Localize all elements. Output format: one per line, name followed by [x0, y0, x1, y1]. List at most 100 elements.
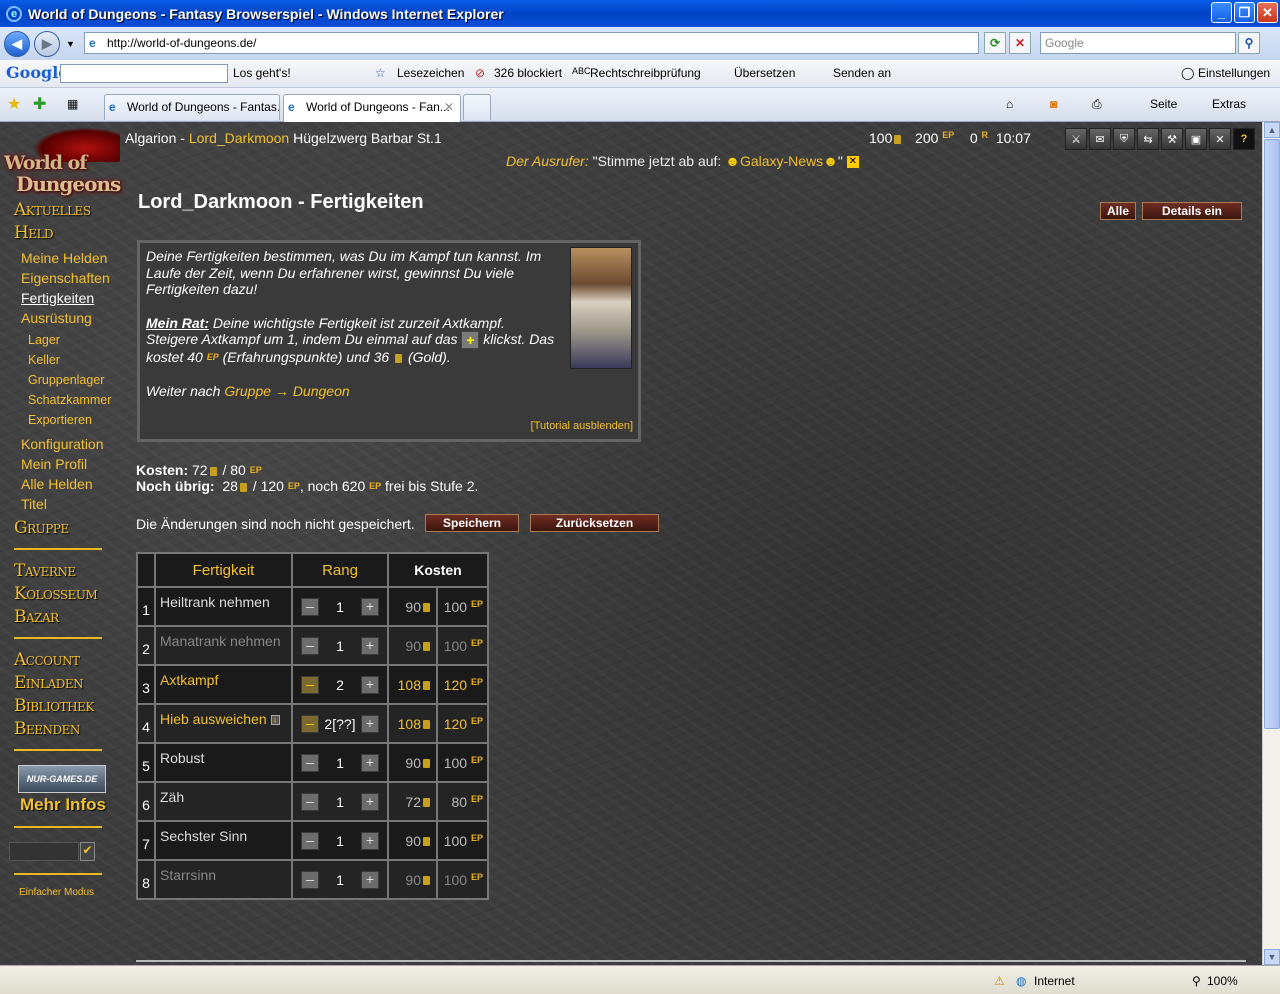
settings-menu[interactable]: Einstellungen: [1198, 66, 1270, 80]
sidebar-item-account[interactable]: Account: [14, 650, 80, 670]
close-tab-icon[interactable]: ✕: [444, 100, 454, 114]
hide-tutorial-link[interactable]: [Tutorial ausblenden]: [531, 418, 633, 435]
close-herald-icon[interactable]: ✕: [846, 156, 859, 169]
skill-name[interactable]: Heiltrank nehmen: [154, 586, 293, 627]
sidebar-item-gruppe[interactable]: Gruppe: [14, 518, 69, 538]
print-icon[interactable]: ⎙: [1092, 97, 1102, 112]
sidebar-item-beenden[interactable]: Beenden: [14, 719, 80, 739]
skill-name[interactable]: Manatrank nehmen: [154, 625, 293, 666]
minimize-button[interactable]: _: [1211, 2, 1232, 23]
history-dropdown-icon[interactable]: ▼: [66, 39, 75, 49]
sidebar-item-held[interactable]: Held: [14, 223, 54, 243]
sidebar-item-mein-profil[interactable]: Mein Profil: [21, 456, 87, 472]
vertical-scrollbar[interactable]: ▲ ▼: [1262, 122, 1280, 965]
decrease-rank-button[interactable]: –: [301, 598, 319, 616]
shield-icon[interactable]: ⛨: [1113, 128, 1135, 150]
increase-rank-button[interactable]: +: [361, 637, 379, 655]
save-button[interactable]: Speichern: [425, 514, 519, 532]
einfacher-modus-link[interactable]: Einfacher Modus: [19, 887, 94, 898]
sidebar-item-ausruestung[interactable]: Ausrüstung: [21, 310, 92, 326]
scroll-thumb[interactable]: [1264, 139, 1280, 729]
sidebar-item-konfiguration[interactable]: Konfiguration: [21, 436, 104, 452]
favorites-star-icon[interactable]: ★: [7, 94, 21, 114]
decrease-rank-button[interactable]: –: [301, 832, 319, 850]
increase-rank-button[interactable]: +: [361, 754, 379, 772]
increase-rank-button[interactable]: +: [361, 676, 379, 694]
search-icon[interactable]: ⚲: [1238, 32, 1260, 54]
search-input[interactable]: Google: [1040, 32, 1236, 54]
herald-link[interactable]: Galaxy-News: [740, 153, 823, 169]
decrease-rank-button[interactable]: –: [301, 715, 319, 733]
stop-button[interactable]: ✕: [1009, 32, 1031, 54]
maximize-button[interactable]: ❐: [1234, 2, 1255, 23]
mehr-infos-link[interactable]: Mehr Infos: [20, 795, 106, 815]
google-go-button[interactable]: Los geht's!: [233, 66, 291, 80]
skill-name[interactable]: Hieb ausweichen i: [154, 703, 293, 744]
trade-icon[interactable]: ⇆: [1137, 128, 1159, 150]
increase-rank-button[interactable]: +: [361, 871, 379, 889]
tab-2[interactable]: e World of Dungeons - Fan... ✕: [283, 94, 461, 122]
spellcheck-menu[interactable]: Rechtschreibprüfung: [590, 66, 701, 80]
reset-button[interactable]: Zurücksetzen: [530, 514, 659, 532]
world-of-dungeons-logo[interactable]: World of Dungeons: [4, 128, 122, 196]
sidebar-item-bibliothek[interactable]: Bibliothek: [14, 696, 94, 716]
sidebar-item-einladen[interactable]: Einladen: [14, 673, 84, 693]
extras-menu[interactable]: Extras: [1212, 97, 1246, 111]
sidebar-item-aktuelles[interactable]: Aktuelles: [14, 200, 91, 220]
details-toggle-button[interactable]: Details ein: [1142, 202, 1242, 220]
quick-search-go-icon[interactable]: ✔: [80, 842, 95, 861]
sidebar-item-taverne[interactable]: Taverne: [14, 561, 76, 581]
next-link[interactable]: Gruppe → Dungeon: [224, 383, 349, 399]
decrease-rank-button[interactable]: –: [301, 754, 319, 772]
sidebar-item-keller[interactable]: Keller: [28, 353, 60, 367]
skill-name[interactable]: Sechster Sinn: [154, 820, 293, 861]
sidebar-item-fertigkeiten[interactable]: Fertigkeiten: [21, 290, 94, 306]
increase-rank-button[interactable]: +: [361, 793, 379, 811]
sidebar-item-eigenschaften[interactable]: Eigenschaften: [21, 270, 110, 286]
sword-icon[interactable]: ⚔: [1065, 128, 1087, 150]
sidebar-item-alle-helden[interactable]: Alle Helden: [21, 476, 93, 492]
decrease-rank-button[interactable]: –: [301, 637, 319, 655]
skill-name[interactable]: Robust: [154, 742, 293, 783]
google-search-input[interactable]: [60, 64, 228, 83]
page-menu[interactable]: Seite: [1150, 97, 1177, 111]
sidebar-item-exportieren[interactable]: Exportieren: [28, 413, 92, 427]
address-field[interactable]: e http://world-of-dungeons.de/: [84, 32, 979, 54]
sidebar-item-gruppenlager[interactable]: Gruppenlager: [28, 373, 104, 387]
skill-name[interactable]: Zäh: [154, 781, 293, 822]
zoom-level[interactable]: 100%: [1207, 974, 1238, 988]
refresh-button[interactable]: ⟳: [984, 32, 1006, 54]
skill-name[interactable]: Starrsinn: [154, 859, 293, 900]
forward-button[interactable]: ▶: [34, 30, 60, 57]
sidebar-item-bazar[interactable]: Bazar: [14, 607, 59, 627]
sidebar-item-kolosseum[interactable]: Kolosseum: [14, 584, 98, 604]
tools-icon[interactable]: ✕: [1209, 128, 1231, 150]
increase-rank-button[interactable]: +: [361, 715, 379, 733]
skill-name[interactable]: Axtkampf: [154, 664, 293, 705]
decrease-rank-button[interactable]: –: [301, 793, 319, 811]
back-button[interactable]: ◀: [4, 30, 30, 57]
home-icon[interactable]: ⌂: [1006, 97, 1013, 111]
add-favorite-icon[interactable]: ✚: [33, 94, 46, 114]
decrease-rank-button[interactable]: –: [301, 871, 319, 889]
sidebar-item-lager[interactable]: Lager: [28, 333, 60, 347]
tab-1[interactable]: e World of Dungeons - Fantas...: [104, 94, 280, 120]
sidebar-item-titel[interactable]: Titel: [21, 496, 47, 512]
sidebar-item-meine-helden[interactable]: Meine Helden: [21, 250, 107, 266]
increase-rank-button[interactable]: +: [361, 832, 379, 850]
weapon-icon[interactable]: ⚒: [1161, 128, 1183, 150]
help-icon[interactable]: ?: [1233, 128, 1255, 150]
feeds-icon[interactable]: ◙: [1050, 97, 1057, 111]
nur-games-banner[interactable]: NUR-GAMES.DE: [18, 765, 106, 793]
popup-blocked-count[interactable]: 326 blockiert: [494, 66, 562, 80]
scroll-icon[interactable]: ✉: [1089, 128, 1111, 150]
scroll-up-icon[interactable]: ▲: [1264, 122, 1280, 138]
show-all-button[interactable]: Alle: [1100, 202, 1136, 220]
scroll-down-icon[interactable]: ▼: [1264, 949, 1280, 965]
sidebar-item-schatzkammer[interactable]: Schatzkammer: [28, 393, 111, 407]
close-window-button[interactable]: ✕: [1257, 2, 1278, 23]
info-icon[interactable]: i: [270, 715, 280, 726]
chest-icon[interactable]: ▣: [1185, 128, 1207, 150]
translate-menu[interactable]: Übersetzen: [734, 66, 795, 80]
new-tab-button[interactable]: [463, 94, 491, 120]
